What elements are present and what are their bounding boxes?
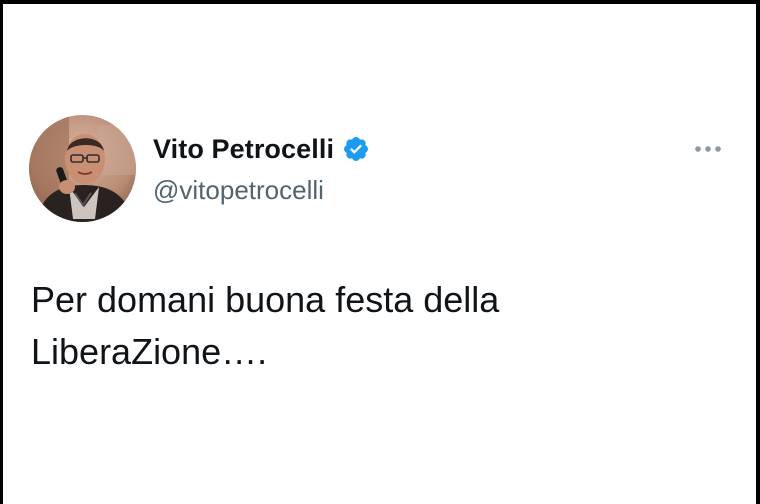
screenshot-frame: Vito Petrocelli @vitopetrocelli Per doma…	[0, 0, 760, 504]
more-options-button[interactable]	[691, 134, 727, 164]
tweet-card: Vito Petrocelli @vitopetrocelli Per doma…	[3, 4, 756, 504]
author-name-row: Vito Petrocelli	[153, 129, 370, 169]
author-handle[interactable]: @vitopetrocelli	[153, 175, 324, 206]
tweet-text: Per domani buona festa della LiberaZione…	[31, 279, 500, 372]
more-options-icon	[695, 146, 721, 152]
avatar[interactable]	[29, 115, 136, 222]
author-display-name[interactable]: Vito Petrocelli	[153, 134, 334, 165]
verified-badge-icon	[342, 135, 370, 163]
profile-photo-icon	[29, 115, 136, 222]
